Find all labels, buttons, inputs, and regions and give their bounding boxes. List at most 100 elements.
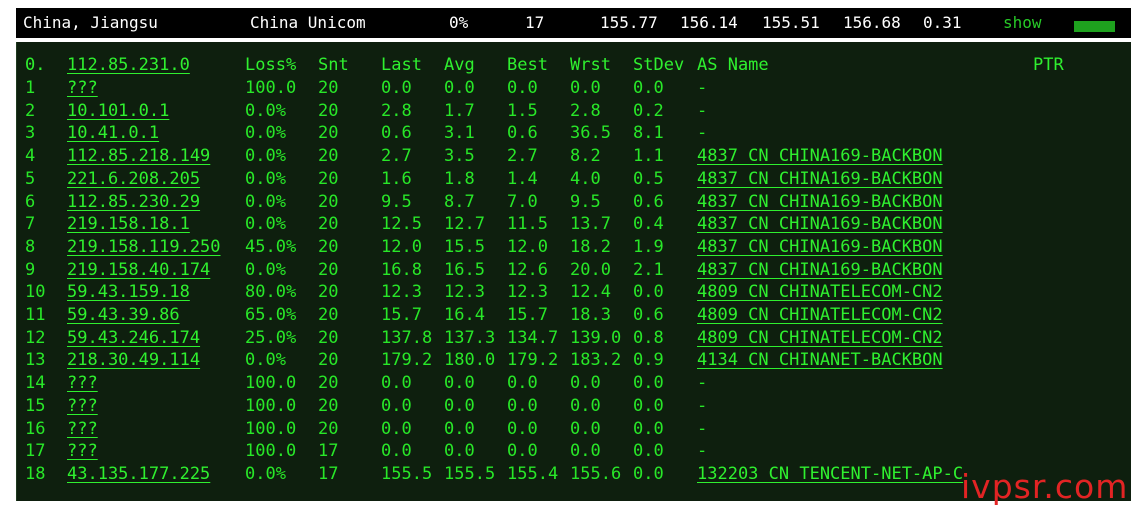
hop-last: 2.8 <box>381 100 412 121</box>
hop-asname-link[interactable]: 4837 CN CHINA169-BACKBON <box>697 192 943 212</box>
hop-host-link[interactable]: 59.43.246.174 <box>67 328 200 348</box>
hop-wrst: 139.0 <box>570 327 622 348</box>
header-best: Best <box>507 55 548 75</box>
hop-best: 0.0 <box>507 441 538 462</box>
hop-wrst: 18.2 <box>570 236 611 257</box>
hop-row: 17??? 100.0 17 0.0 0.0 0.0 0.0 0.0 - <box>17 441 1131 463</box>
show-button[interactable]: show <box>1003 13 1042 32</box>
hop-best: 12.6 <box>507 259 548 280</box>
summary-sent: 17 <box>525 13 545 32</box>
hop-stdev: 0.9 <box>633 350 664 371</box>
hop-last: 16.8 <box>381 259 422 280</box>
hop-stdev: 0.2 <box>633 100 664 121</box>
hop-asname-link[interactable]: 4809 CN CHINATELECOM-CN2 <box>697 328 943 348</box>
hop-host-link[interactable]: 10.101.0.1 <box>67 101 169 121</box>
hop-best: 15.7 <box>507 305 548 325</box>
hop-stdev: 0.5 <box>633 168 664 189</box>
summary-isp: China Unicom <box>250 13 366 32</box>
hop-snt: 20 <box>318 327 339 348</box>
hop-row: 2 10.101.0.1 0.0% 20 2.8 1.7 1.5 2.8 0.2 - <box>17 101 1131 123</box>
hop-row: 11 59.43.39.86 65.0% 20 15.7 16.4 15.7 18.3 0.6 4… <box>17 305 1131 327</box>
hop-asname-link[interactable]: 4837 CN CHINA169-BACKBON <box>697 237 943 257</box>
hop-asname-link[interactable]: 4837 CN CHINA169-BACKBON <box>697 169 943 189</box>
hop-host-link[interactable]: 112.85.230.29 <box>67 192 200 212</box>
hop-host-link[interactable]: 59.43.159.18 <box>67 282 190 302</box>
hop-best: 155.4 <box>507 463 559 484</box>
hop-host-link[interactable]: ??? <box>67 441 98 461</box>
hop-row: 4 112.85.218.149 0.0% 20 2.7 3.5 2.7 8.2 1.1 4837… <box>17 146 1131 168</box>
hop-snt: 17 <box>318 463 339 484</box>
hop-best: 12.0 <box>507 236 548 257</box>
hop-host-link[interactable]: 112.85.218.149 <box>67 146 210 166</box>
header-last: Last <box>381 55 422 75</box>
hop-wrst: 183.2 <box>570 350 622 371</box>
header-ptr: PTR <box>1033 55 1064 75</box>
hop-host-link[interactable]: ??? <box>67 373 98 393</box>
hop-last: 2.7 <box>381 146 412 167</box>
hop-avg: 16.5 <box>444 259 485 280</box>
hop-avg: 155.5 <box>444 463 496 484</box>
hop-snt: 20 <box>318 395 339 416</box>
hop-hop: 8 <box>25 236 36 257</box>
hop-host-link[interactable]: 10.41.0.1 <box>67 123 159 143</box>
hop-asname-link[interactable]: 4837 CN CHINA169-BACKBON <box>697 146 943 166</box>
summary-loss: 0% <box>449 13 469 32</box>
hop-host-link[interactable]: ??? <box>67 396 98 416</box>
header-asname: AS Name <box>697 55 769 75</box>
header-hop: 0. <box>25 55 46 75</box>
hop-asname-link[interactable]: 4134 CN CHINANET-BACKBON <box>697 350 943 370</box>
hop-loss: 0.0% <box>245 463 286 484</box>
hop-stdev: 0.0 <box>633 78 664 98</box>
header-host-link[interactable]: 112.85.231.0 <box>67 55 190 75</box>
hop-loss: 100.0 <box>245 418 297 439</box>
hop-host-link[interactable]: 59.43.39.86 <box>67 305 180 325</box>
hop-hop: 18 <box>25 463 46 484</box>
hop-stdev: 0.0 <box>633 395 664 416</box>
hop-avg: 3.1 <box>444 123 475 144</box>
summary-worst: 156.68 <box>843 13 901 32</box>
hop-snt: 20 <box>318 168 339 189</box>
hop-snt: 20 <box>318 282 339 303</box>
hop-avg: 137.3 <box>444 327 496 348</box>
hop-last: 0.0 <box>381 373 412 394</box>
hop-avg: 3.5 <box>444 146 475 167</box>
hop-stdev: 0.0 <box>633 463 664 484</box>
hop-avg: 15.5 <box>444 236 485 257</box>
hop-loss: 0.0% <box>245 214 286 235</box>
hop-host-link[interactable]: 219.158.119.250 <box>67 237 221 257</box>
hop-row: 13 218.30.49.114 0.0% 20 179.2 180.0 179.2 183.… <box>17 350 1131 372</box>
hop-host-link[interactable]: 218.30.49.114 <box>67 350 200 370</box>
hop-asname-link[interactable]: 132203 CN TENCENT-NET-AP-C <box>697 464 963 484</box>
hop-best: 11.5 <box>507 214 548 235</box>
hop-last: 15.7 <box>381 305 422 325</box>
hop-host-link[interactable]: ??? <box>67 78 98 98</box>
hop-asname-link[interactable]: 4809 CN CHINATELECOM-CN2 <box>697 305 943 325</box>
hop-loss: 0.0% <box>245 350 286 371</box>
hop-asname-link[interactable]: 4837 CN CHINA169-BACKBON <box>697 214 943 234</box>
hop-row: 12 59.43.246.174 25.0% 20 137.8 137.3 134.7 139… <box>17 328 1131 350</box>
hop-loss: 0.0% <box>245 168 286 189</box>
hop-avg: 0.0 <box>444 395 475 416</box>
hop-stdev: 2.1 <box>633 259 664 280</box>
hop-last: 0.0 <box>381 395 412 416</box>
hop-host-link[interactable]: ??? <box>67 419 98 439</box>
hop-wrst: 155.6 <box>570 463 622 484</box>
hop-wrst: 18.3 <box>570 305 611 325</box>
hop-last: 137.8 <box>381 327 433 348</box>
hop-loss: 65.0% <box>245 305 297 325</box>
hop-asname-link[interactable]: 4809 CN CHINATELECOM-CN2 <box>697 282 943 302</box>
hop-host-link[interactable]: 221.6.208.205 <box>67 169 200 189</box>
hop-best: 134.7 <box>507 327 559 348</box>
summary-row: China, Jiangsu China Unicom 0% 17 155.77… <box>16 8 1131 38</box>
header-stdev: StDev <box>633 55 685 75</box>
hop-host-link[interactable]: 219.158.18.1 <box>67 214 190 234</box>
hop-avg: 1.7 <box>444 100 475 121</box>
hop-hop: 10 <box>25 282 46 303</box>
hop-host-link[interactable]: 219.158.40.174 <box>67 260 210 280</box>
hop-row: 1??? 100.0 20 0.0 0.0 0.0 0.0 0.0 - <box>17 78 1131 100</box>
hop-asname-link[interactable]: 4837 CN CHINA169-BACKBON <box>697 260 943 280</box>
hop-stdev: 0.8 <box>633 327 664 348</box>
header-wrst: Wrst <box>570 55 611 75</box>
hop-host-link[interactable]: 43.135.177.225 <box>67 464 210 484</box>
hop-hop: 15 <box>25 395 46 416</box>
